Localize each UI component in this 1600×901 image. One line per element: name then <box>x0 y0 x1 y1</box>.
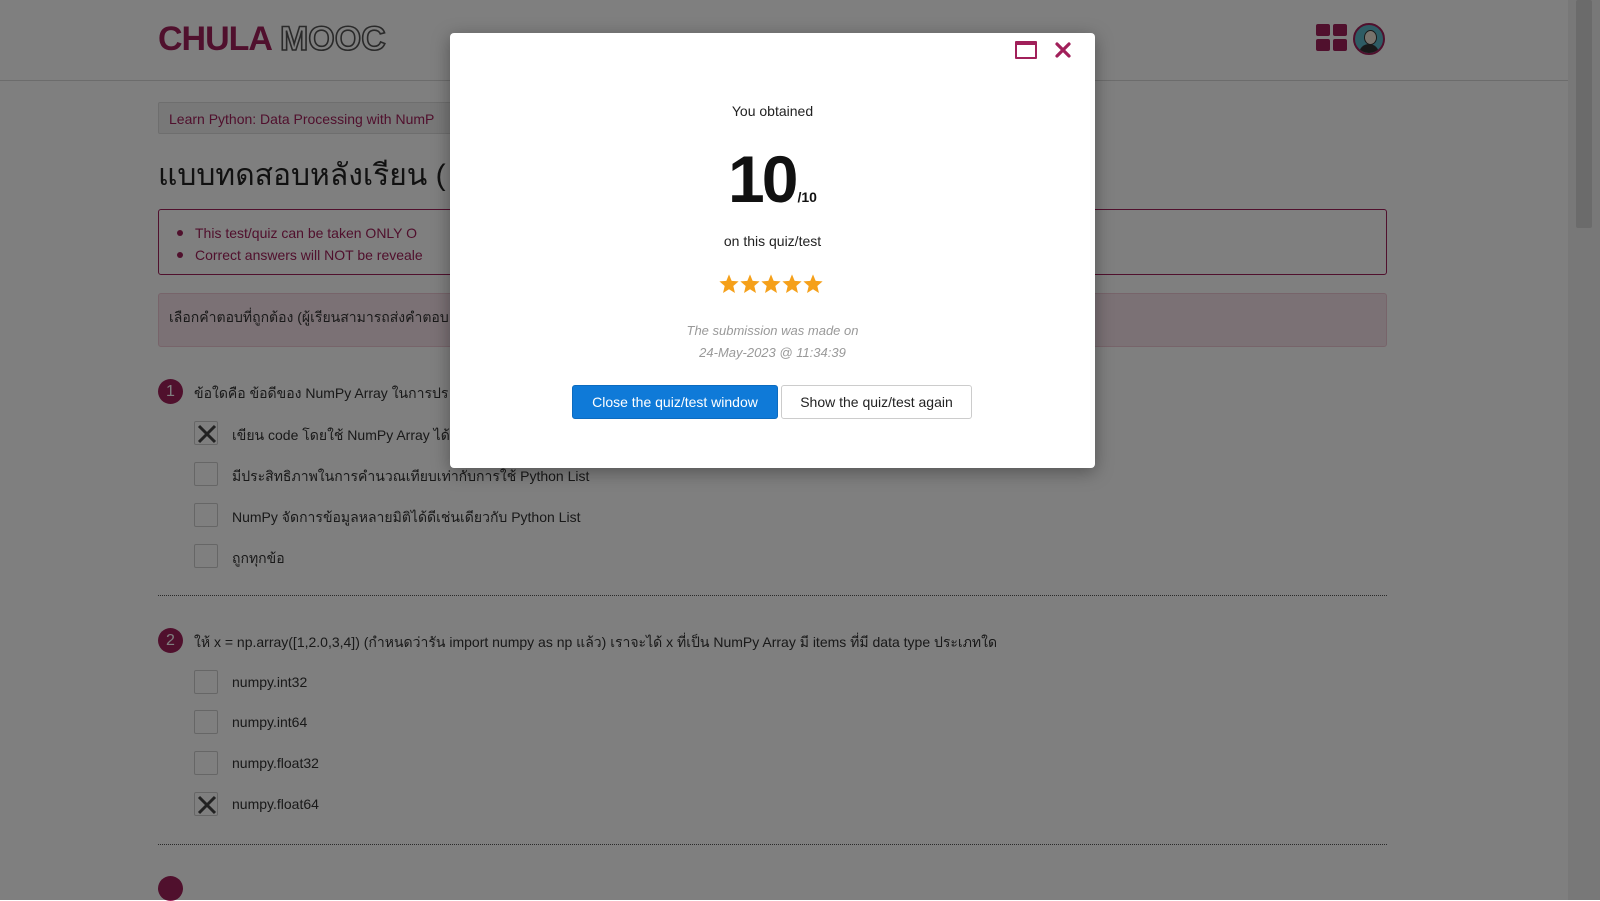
star-icon <box>761 274 781 293</box>
quiz-result-modal: You obtained 10/10 on this quiz/test The… <box>450 33 1095 468</box>
star-icon <box>740 274 760 293</box>
score-value: 10 <box>728 142 798 216</box>
close-quiz-button[interactable]: Close the quiz/test window <box>572 385 778 419</box>
close-icon[interactable] <box>1052 39 1074 61</box>
star-icon <box>803 274 823 293</box>
star-rating <box>718 273 828 297</box>
score-display: 10/10 <box>450 141 1095 217</box>
score-context-label: on this quiz/test <box>723 233 822 249</box>
submission-timestamp: 24-May-2023 @ 11:34:39 <box>699 345 846 360</box>
maximize-window-icon[interactable] <box>1015 41 1037 59</box>
show-quiz-again-button[interactable]: Show the quiz/test again <box>781 385 972 419</box>
star-icon <box>782 274 802 293</box>
score-total: /10 <box>797 189 817 205</box>
obtained-label: You obtained <box>731 103 814 119</box>
submission-label: The submission was made on <box>686 323 859 338</box>
submission-info: The submission was made on 24-May-2023 @… <box>450 320 1095 364</box>
star-icon <box>719 274 739 293</box>
